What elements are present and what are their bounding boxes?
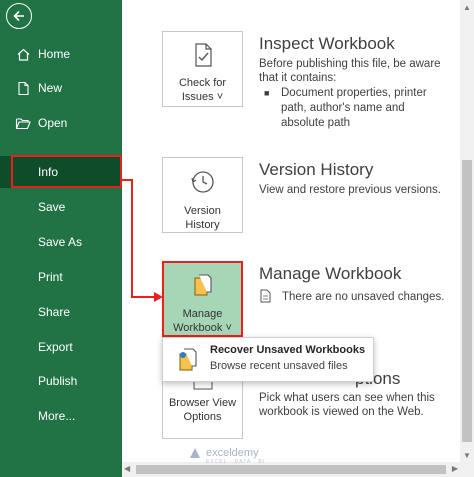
- scroll-down-icon[interactable]: ▼: [460, 448, 474, 462]
- horizontal-scroll-thumb[interactable]: [136, 465, 446, 474]
- tile-label-line2: Workbook ˅: [173, 322, 232, 334]
- sidebar-item-publish[interactable]: Publish: [0, 365, 122, 397]
- sidebar-item-label: Save: [38, 200, 66, 214]
- manage-workbook-button[interactable]: Manage Workbook ˅: [162, 261, 243, 337]
- folder-open-icon: [15, 115, 31, 131]
- sidebar-item-label: Open: [38, 116, 68, 130]
- sidebar-item-label: More...: [38, 409, 76, 423]
- recover-unsaved-title: Recover Unsaved Workbooks: [210, 344, 366, 356]
- info-highlight-box: [11, 155, 122, 188]
- vertical-scrollbar[interactable]: ▲ ▼: [460, 0, 474, 462]
- sidebar-item-save-as[interactable]: Save As: [0, 226, 122, 258]
- sidebar-item-label: Print: [38, 270, 63, 284]
- back-button[interactable]: [6, 3, 32, 29]
- sidebar-item-more[interactable]: More...: [0, 400, 122, 432]
- sidebar-item-new[interactable]: New: [0, 72, 122, 104]
- tile-label-line1: Version: [184, 205, 221, 217]
- manage-workbook-icon: [190, 273, 216, 303]
- tile-label-line2: History: [185, 219, 220, 231]
- scroll-thumb[interactable]: [462, 160, 472, 442]
- manage-workbook-dropdown: Recover Unsaved Workbooks Browse recent …: [162, 337, 374, 382]
- tile-label-line1: Check for: [178, 77, 227, 89]
- new-document-icon: [15, 80, 31, 96]
- manage-workbook-desc: There are no unsaved changes.: [282, 291, 445, 303]
- version-history-desc: View and restore previous versions.: [259, 184, 441, 196]
- scroll-left-icon[interactable]: ◀: [124, 464, 130, 473]
- exceldemy-watermark: exceldemy EXCEL · DATA · BI: [188, 446, 264, 465]
- inspect-bullet-text: Document properties, printer path, autho…: [281, 87, 427, 129]
- tile-label-line1: Manage: [182, 308, 223, 320]
- check-document-icon: [190, 42, 216, 72]
- watermark-name: exceldemy: [206, 447, 259, 459]
- sidebar-item-share[interactable]: Share: [0, 296, 122, 328]
- version-history-title: Version History: [259, 160, 374, 179]
- version-history-button[interactable]: Version History: [162, 157, 243, 233]
- document-status-icon: [259, 289, 272, 308]
- sidebar-item-home[interactable]: Home: [0, 38, 122, 70]
- inspect-desc-line2: that it contains:: [259, 72, 337, 84]
- check-for-issues-button[interactable]: Check for Issues ˅: [162, 31, 243, 107]
- sidebar-item-label: Export: [38, 340, 73, 354]
- backstage-sidebar: Home New Open Info Save Save As Print Sh…: [0, 0, 122, 477]
- sidebar-item-label: Home: [38, 47, 71, 61]
- sidebar-item-label: Share: [38, 305, 71, 319]
- recover-unsaved-workbooks-item[interactable]: Recover Unsaved Workbooks Browse recent …: [163, 338, 373, 381]
- sidebar-item-save[interactable]: Save: [0, 191, 122, 223]
- clock-icon: [189, 168, 217, 200]
- horizontal-scrollbar[interactable]: ◀ ▶: [122, 462, 474, 477]
- sidebar-item-export[interactable]: Export: [0, 331, 122, 363]
- sidebar-item-label: Publish: [38, 374, 78, 388]
- manage-workbook-title: Manage Workbook: [259, 264, 402, 283]
- browser-view-desc-line1: Pick what users can see when this: [259, 392, 435, 404]
- tile-label-line1: Browser View: [168, 397, 237, 409]
- sidebar-item-label: New: [38, 81, 63, 95]
- home-icon: [15, 46, 31, 62]
- scroll-right-icon[interactable]: ▶: [452, 464, 458, 473]
- back-arrow-icon: [13, 10, 24, 22]
- exceldemy-logo-icon: [190, 448, 200, 458]
- scroll-up-icon[interactable]: ▲: [460, 0, 474, 14]
- recover-workbooks-icon: [175, 346, 201, 379]
- bullet-icon: ■: [264, 88, 270, 98]
- tile-label-line2: Issues ˅: [181, 91, 224, 103]
- sidebar-item-print[interactable]: Print: [0, 261, 122, 293]
- sidebar-item-label: Save As: [38, 235, 83, 249]
- watermark-tagline: EXCEL · DATA · BI: [206, 459, 266, 465]
- sidebar-item-open[interactable]: Open: [0, 107, 122, 139]
- recover-unsaved-desc: Browse recent unsaved files: [210, 360, 348, 372]
- inspect-workbook-title: Inspect Workbook: [259, 34, 395, 53]
- browser-view-desc-line2: workbook is viewed on the Web.: [259, 406, 424, 418]
- inspect-desc-line1: Before publishing this file, be aware: [259, 58, 441, 70]
- inspect-bullet-list: ■ Document properties, printer path, aut…: [264, 86, 451, 131]
- tile-label-line2: Options: [183, 411, 222, 423]
